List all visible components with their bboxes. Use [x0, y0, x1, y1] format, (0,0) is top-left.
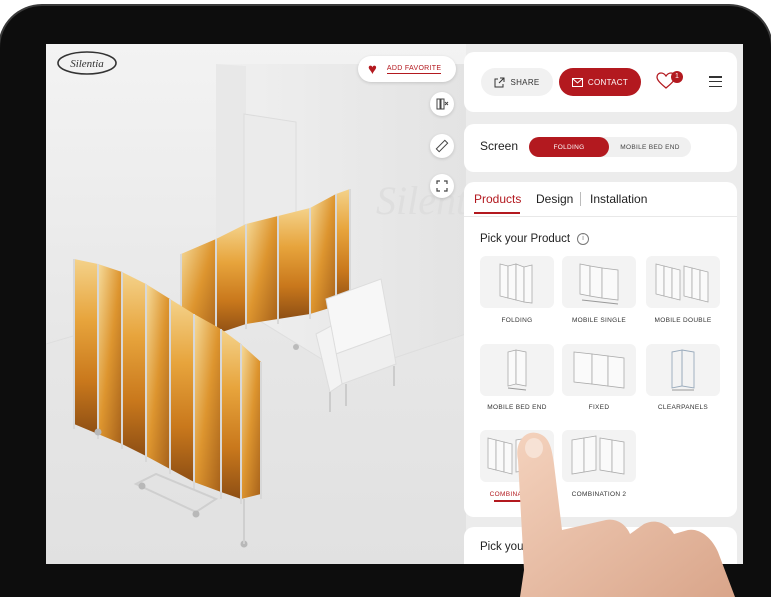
silentia-logo[interactable]: Silentia — [56, 50, 118, 76]
svg-text:Silentia: Silentia — [70, 58, 104, 70]
active-tab-indicator — [474, 212, 520, 214]
product-label-combination-2: COMBINATION 2 — [571, 491, 627, 498]
favorites-count-badge: 1 — [671, 71, 683, 83]
fullscreen-button[interactable] — [430, 174, 454, 198]
armchair — [315, 278, 397, 412]
app-screen: Silentia — [46, 44, 743, 564]
heart-icon: ♥ — [368, 60, 377, 78]
info-icon[interactable]: i — [577, 233, 589, 245]
view-mode-icon — [436, 98, 449, 110]
selected-product-underline — [494, 500, 540, 502]
header-card: SHARE CONTACT 1 — [464, 52, 737, 112]
product-tile-clearpanels[interactable] — [646, 344, 720, 396]
screen-option-mobile-bed-end[interactable]: MOBILE BED END — [609, 137, 691, 157]
measure-icon — [435, 139, 449, 153]
folding-thumbnail — [499, 263, 533, 304]
mobile-bed-end-thumbnail — [507, 349, 527, 391]
product-tile-combination-2[interactable] — [562, 430, 636, 482]
product-tile-mobile-single[interactable] — [562, 256, 636, 308]
combination-2-thumbnail — [571, 435, 625, 475]
3d-viewer[interactable]: Silentia — [46, 44, 498, 564]
product-tile-mobile-double[interactable] — [646, 256, 720, 308]
screen-option-folding[interactable]: FOLDING — [529, 137, 609, 157]
room-scene: Silentia — [46, 64, 498, 564]
measure-button[interactable] — [430, 134, 454, 158]
fullscreen-icon — [436, 180, 448, 192]
product-label-mobile-single: MOBILE SINGLE — [571, 317, 627, 324]
add-favorite-label: ADD FAVORITE — [386, 64, 442, 74]
tab-bar: Products Design Installation — [464, 182, 737, 217]
screen-selector-card: Screen FOLDING MOBILE BED END — [464, 124, 737, 172]
product-tile-fixed[interactable] — [562, 344, 636, 396]
tab-installation[interactable]: Installation — [590, 192, 647, 206]
product-tile-combination-1[interactable] — [480, 430, 554, 482]
add-favorite-button[interactable]: ♥ ADD FAVORITE — [358, 56, 456, 82]
share-button[interactable]: SHARE — [481, 68, 553, 96]
product-tile-folding[interactable] — [480, 256, 554, 308]
product-card: Products Design Installation Pick your P… — [464, 182, 737, 517]
tab-design[interactable]: Design — [536, 192, 573, 206]
mobile-double-thumbnail — [655, 263, 709, 303]
product-label-clearpanels: CLEARPANELS — [657, 404, 709, 411]
hamburger-menu-icon[interactable] — [709, 76, 722, 87]
contact-label: CONTACT — [587, 77, 629, 87]
product-label-fixed: FIXED — [588, 404, 610, 411]
share-icon — [494, 77, 505, 87]
screen-type-toggle: FOLDING MOBILE BED END — [529, 137, 691, 157]
product-label-mobile-bed-end: MOBILE BED END — [487, 404, 547, 411]
tab-divider — [580, 192, 581, 206]
product-label-combination-1: COMBINATION 1 — [489, 491, 545, 498]
view-mode-button[interactable] — [430, 92, 454, 116]
product-tile-mobile-bed-end[interactable] — [480, 344, 554, 396]
pick-product-title: Pick your Product — [480, 233, 571, 245]
next-section-title: Pick your — [480, 541, 528, 553]
tab-products[interactable]: Products — [474, 192, 521, 206]
product-label-folding: FOLDING — [501, 317, 533, 324]
product-label-mobile-double: MOBILE DOUBLE — [654, 317, 712, 324]
next-section-card: Pick your — [464, 527, 737, 564]
combination-1-thumbnail — [487, 437, 543, 475]
mail-icon — [571, 77, 583, 87]
screen-label: Screen — [480, 139, 519, 153]
share-label: SHARE — [510, 77, 540, 87]
contact-button[interactable]: CONTACT — [559, 68, 641, 96]
fixed-thumbnail — [573, 351, 625, 389]
mobile-single-thumbnail — [579, 263, 619, 305]
clearpanels-thumbnail — [671, 349, 695, 391]
favorites-button[interactable]: 1 — [656, 71, 686, 92]
